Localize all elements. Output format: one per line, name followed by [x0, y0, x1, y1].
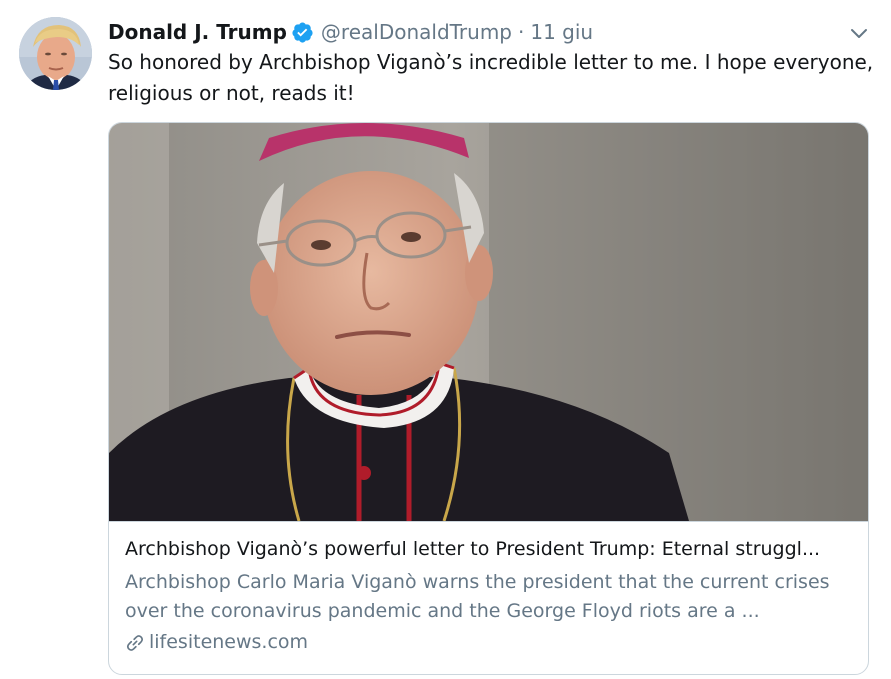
- card-image[interactable]: [109, 123, 868, 522]
- timestamp-link[interactable]: 11 giu: [530, 20, 593, 44]
- chevron-down-icon[interactable]: [846, 20, 872, 46]
- link-card[interactable]: Archbishop Viganò’s powerful letter to P…: [108, 122, 869, 675]
- separator-dot: ·: [518, 20, 525, 44]
- card-domain[interactable]: lifesitenews.com: [125, 628, 855, 657]
- author-handle[interactable]: @realDonaldTrump: [321, 20, 512, 44]
- avatar[interactable]: [19, 17, 92, 90]
- card-domain-text[interactable]: lifesitenews.com: [149, 628, 308, 657]
- verified-badge-icon: [291, 21, 314, 44]
- card-text[interactable]: Archbishop Viganò’s powerful letter to P…: [125, 535, 855, 657]
- author-name[interactable]: Donald J. Trump: [108, 20, 287, 44]
- card-description[interactable]: Archbishop Carlo Maria Viganò warns the …: [125, 568, 855, 626]
- link-icon: [125, 633, 145, 653]
- tweet-text: So honored by Archbishop Viganò’s incred…: [108, 50, 874, 105]
- tweet[interactable]: Donald J. Trump @realDonaldTrump · 11 gi…: [0, 0, 891, 679]
- tweet-header: Donald J. Trump @realDonaldTrump · 11 gi…: [108, 17, 593, 47]
- card-title[interactable]: Archbishop Viganò’s powerful letter to P…: [125, 535, 855, 564]
